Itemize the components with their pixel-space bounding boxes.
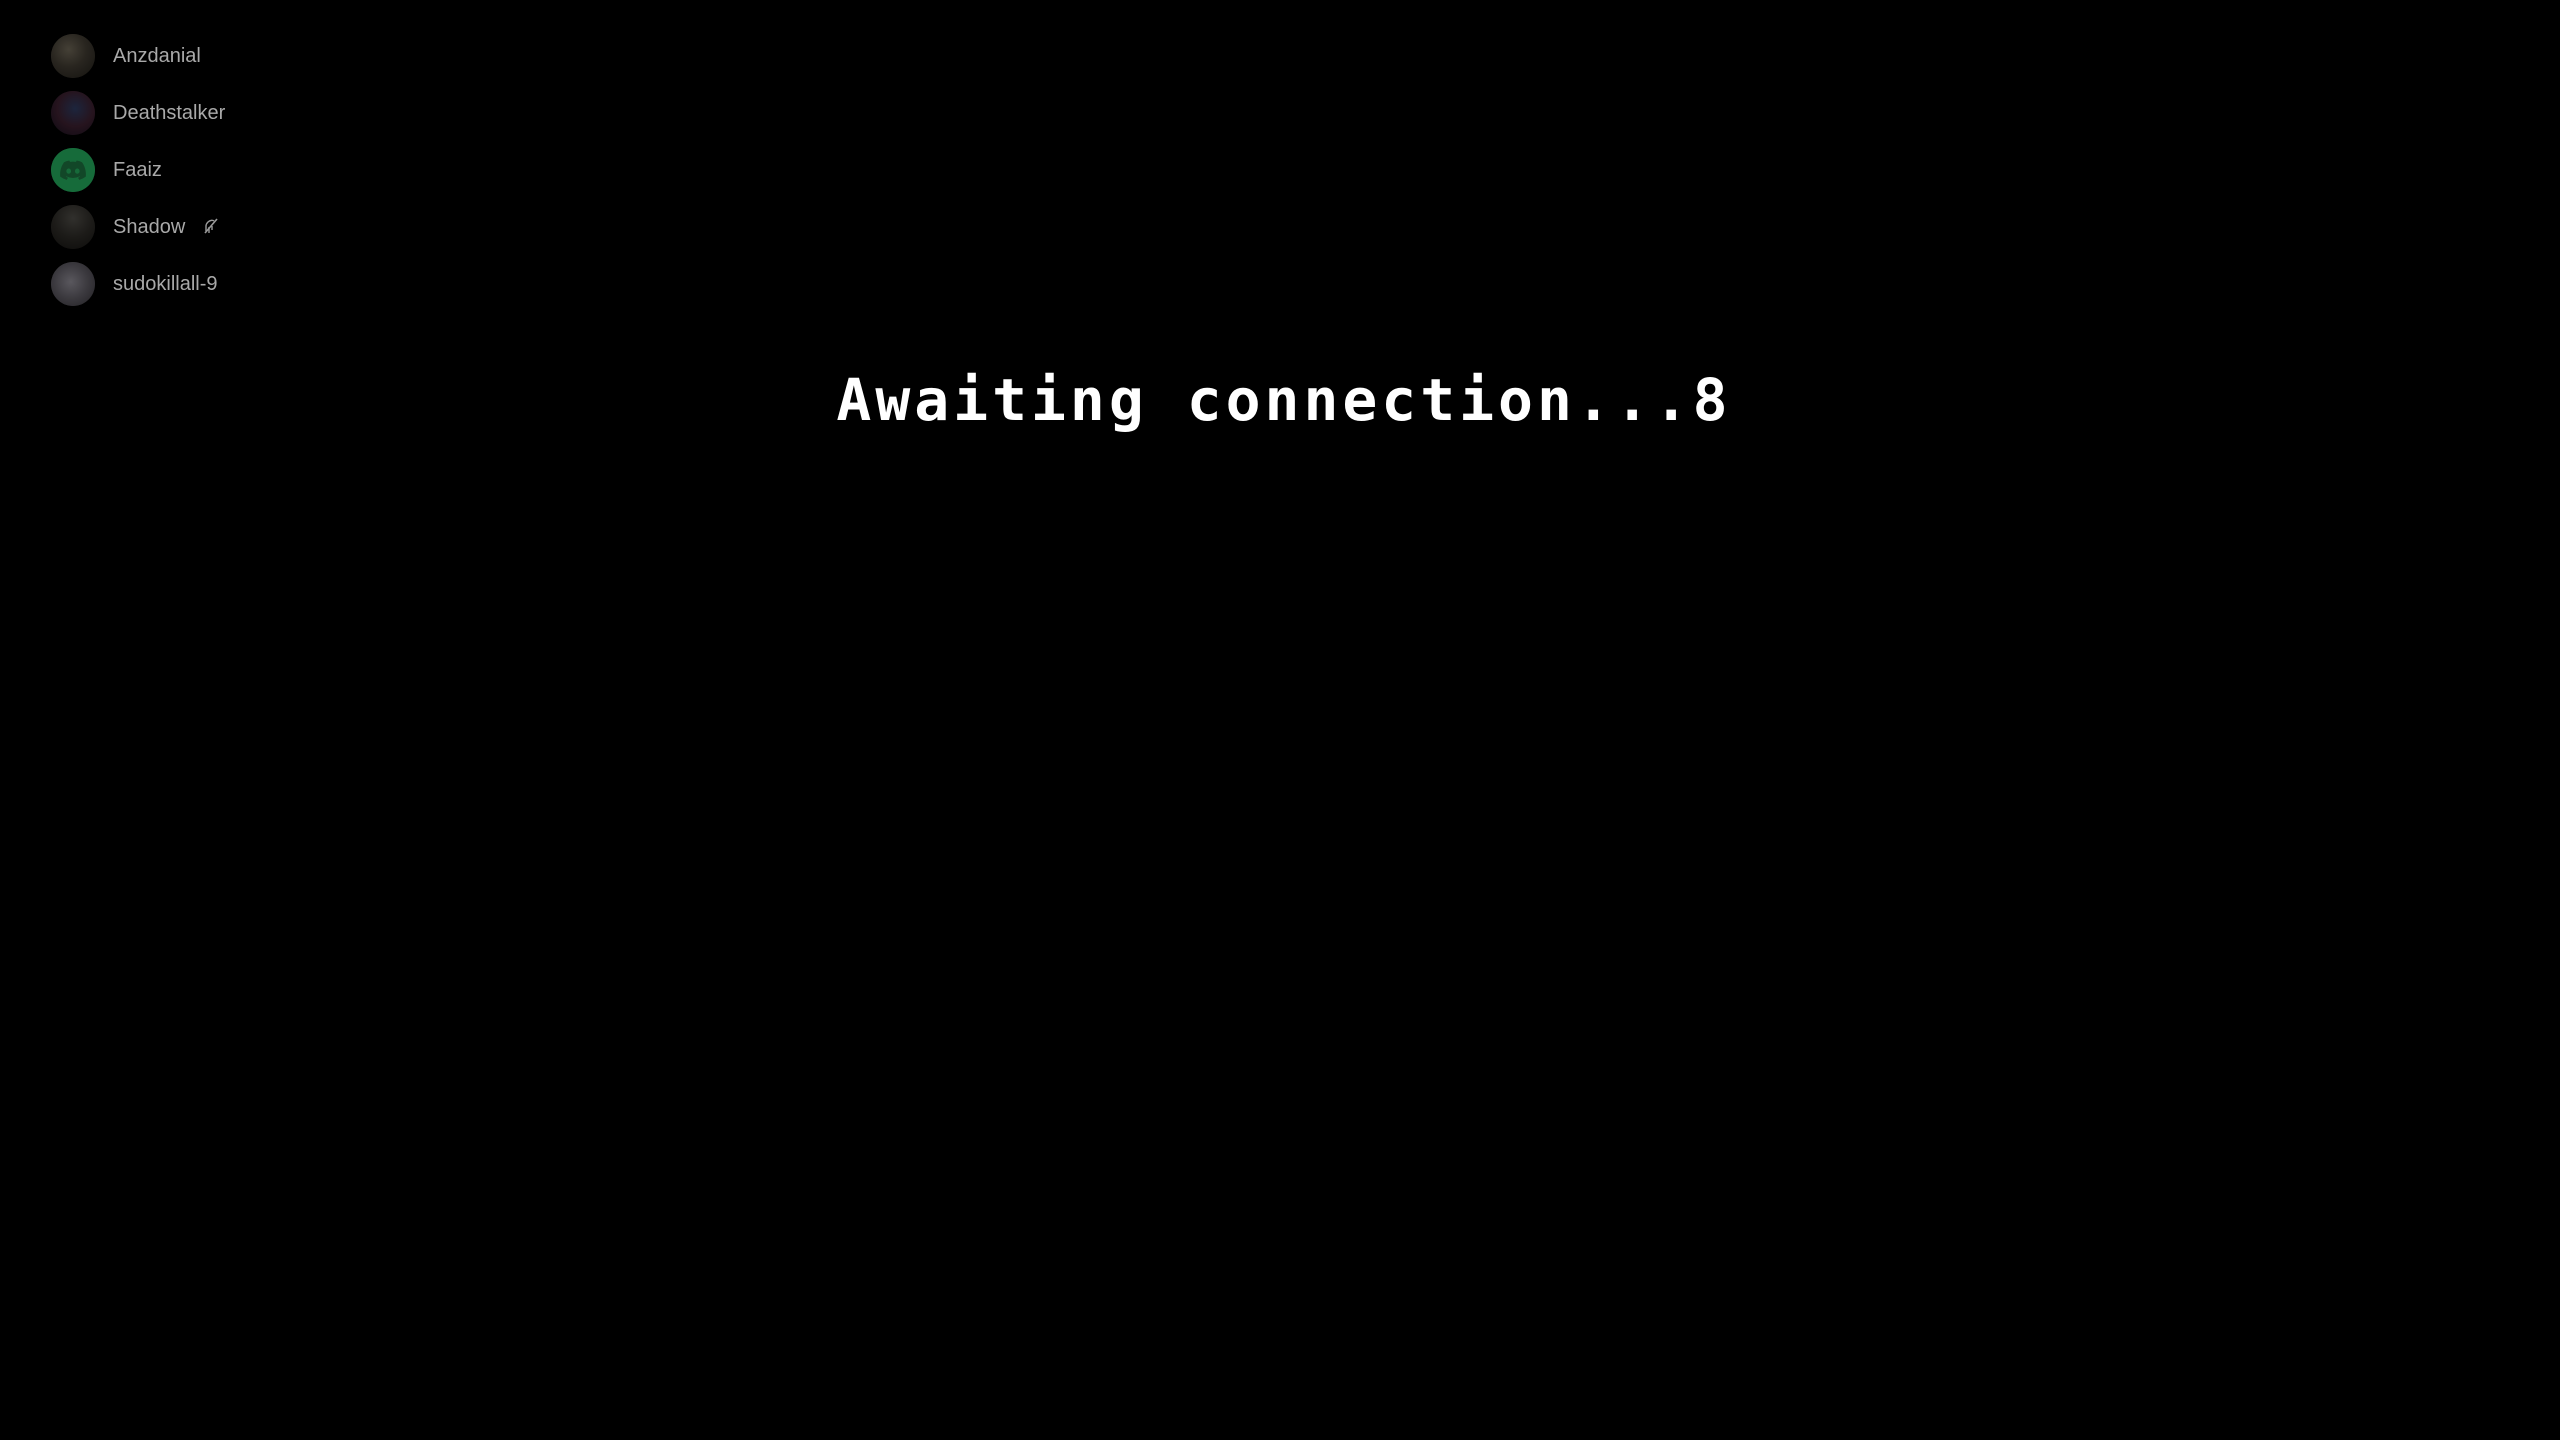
deafened-icon [201,217,221,237]
avatar [51,148,95,192]
avatar [51,34,95,78]
voice-member[interactable]: Faaiz [51,148,225,192]
avatar [51,262,95,306]
connection-status-text: Awaiting connection...8 [836,366,1732,434]
member-name: Anzdanial [113,45,201,67]
member-name: Shadow [113,216,186,238]
voice-member-list: Anzdanial Deathstalker Faaiz Shadow sudo… [51,34,225,319]
avatar [51,91,95,135]
voice-member[interactable]: sudokillall-9 [51,262,225,306]
voice-member[interactable]: Anzdanial [51,34,225,78]
voice-member[interactable]: Deathstalker [51,91,225,135]
voice-member[interactable]: Shadow [51,205,225,249]
member-name: sudokillall-9 [113,273,218,295]
avatar [51,205,95,249]
member-name: Deathstalker [113,102,226,124]
member-name: Faaiz [113,159,162,181]
